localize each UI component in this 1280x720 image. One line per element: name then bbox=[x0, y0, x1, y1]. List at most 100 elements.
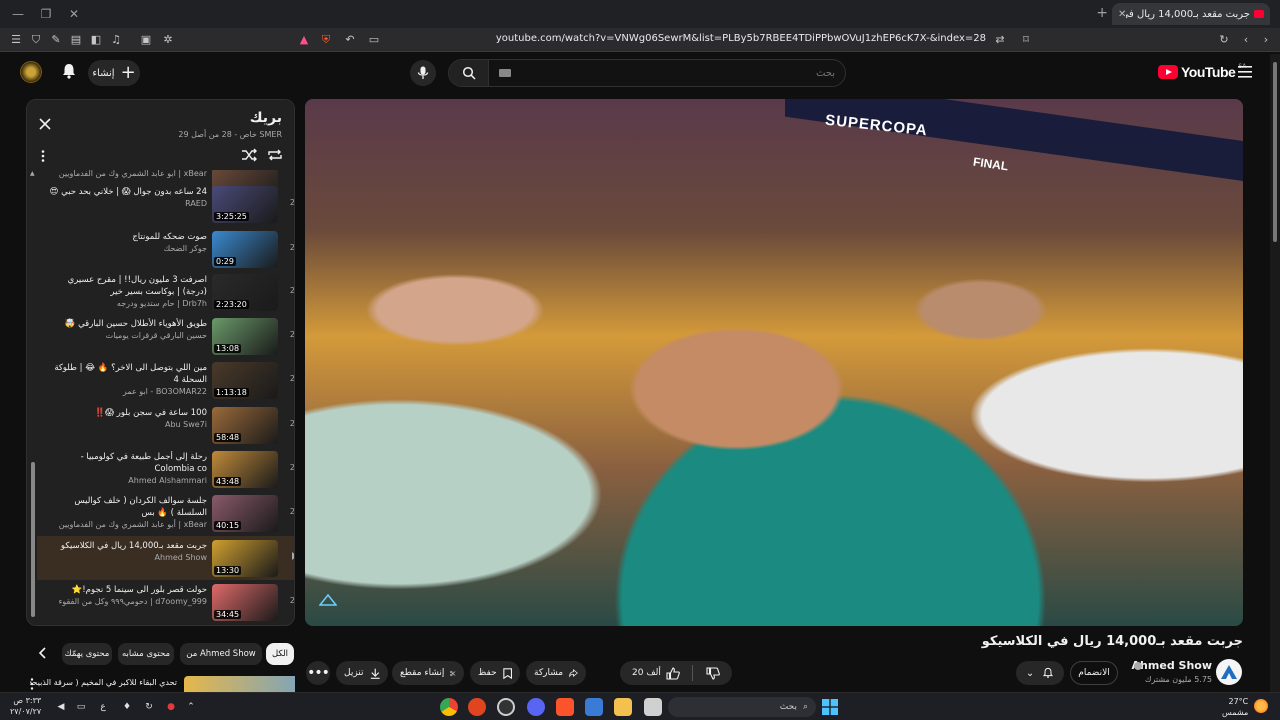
more-vert-icon[interactable] bbox=[41, 150, 45, 162]
firefox-app-icon[interactable] bbox=[468, 698, 486, 716]
volume-icon[interactable]: ◀ bbox=[54, 700, 68, 714]
account-avatar[interactable] bbox=[20, 61, 42, 83]
playlist-item-thumbnail[interactable]: 43:48 bbox=[212, 451, 278, 488]
share-button[interactable]: مشاركة bbox=[526, 661, 586, 685]
playlist-item-thumbnail[interactable]: 40:15 bbox=[212, 495, 278, 532]
subscription-bell-icon bbox=[1043, 667, 1054, 678]
playlist-item-thumbnail[interactable]: 34:45 bbox=[212, 584, 278, 621]
close-tab-icon[interactable]: ✕ bbox=[1118, 9, 1126, 20]
channel-name[interactable]: Ahmed Show bbox=[1132, 659, 1212, 672]
tray-overflow-icon[interactable]: ⌃ bbox=[184, 700, 198, 714]
playlist-item[interactable]: 13:30 جربت مقعد بـ14,000 ريال في الكلاسيك… bbox=[37, 536, 294, 580]
mic-tray-icon[interactable]: ♦ bbox=[120, 700, 134, 714]
chip-for-you[interactable]: محتوى يهمّك bbox=[62, 643, 112, 665]
minimize-icon[interactable]: — bbox=[10, 6, 26, 22]
loop-icon[interactable] bbox=[267, 148, 283, 162]
address-bar[interactable]: youtube.com/watch?v=VNWg06SewrM&list=PLB… bbox=[288, 30, 1048, 50]
search-button[interactable] bbox=[449, 60, 489, 86]
wallet-icon[interactable]: ▣ bbox=[138, 32, 154, 48]
playlist-item[interactable]: 24 1:13:18 مين اللي بتوصل الى الاخر؟ 🔥 😂 |… bbox=[37, 358, 294, 402]
notifications-bell-icon[interactable] bbox=[60, 62, 78, 80]
playlist-scrollbar[interactable]: ▲ bbox=[30, 170, 36, 625]
dislike-button[interactable] bbox=[706, 666, 732, 680]
discord-app-icon[interactable] bbox=[527, 698, 545, 716]
brave-app-icon[interactable] bbox=[556, 698, 574, 716]
video-duration: 0:29 bbox=[214, 257, 236, 266]
guide-menu-icon[interactable] bbox=[1238, 66, 1252, 78]
store-app-icon[interactable] bbox=[585, 698, 603, 716]
record-tray-icon[interactable]: ● bbox=[164, 700, 178, 714]
youtube-logo[interactable]: YouTube SA bbox=[1158, 63, 1246, 80]
chip-related[interactable]: محتوى مشابه bbox=[118, 643, 174, 665]
playlist-item-thumbnail[interactable]: 1:13:18 bbox=[212, 362, 278, 399]
playlist-title[interactable]: بريك bbox=[250, 110, 282, 126]
sync-tray-icon[interactable]: ↻ bbox=[142, 700, 156, 714]
tabs-icon[interactable]: ▤ bbox=[68, 32, 84, 48]
playlist-item-text: 24 ساعه بدون جوال 😱 | خلاني بحد حبي 😍 RAE… bbox=[47, 186, 207, 209]
playlist-item[interactable]: 25 58:48 100 ساعة في سجن بلور 😱‼️ Abu Swe7i bbox=[37, 403, 294, 447]
system-clock[interactable]: ٣:٣٣ ص ٢٧/٠٧/٢٧ bbox=[10, 695, 41, 717]
url-text[interactable]: youtube.com/watch?v=VNWg06SewrM&list=PLB… bbox=[496, 33, 986, 44]
sidebar-icon[interactable]: ◧ bbox=[88, 32, 104, 48]
playlist-item[interactable]: 20 3:25:25 24 ساعه بدون جوال 😱 | خلاني بحد… bbox=[37, 182, 294, 226]
new-tab-icon[interactable]: + bbox=[1096, 5, 1108, 21]
chip-all[interactable]: الكل bbox=[266, 643, 294, 665]
obs-app-icon[interactable] bbox=[497, 698, 515, 716]
back-icon[interactable]: › bbox=[1258, 32, 1274, 48]
join-button[interactable]: الانضمام bbox=[1070, 661, 1118, 685]
playlist-item-thumbnail[interactable]: 13:30 bbox=[212, 540, 278, 577]
playlist-item-thumbnail[interactable]: 58:48 bbox=[212, 407, 278, 444]
playlist-item[interactable]: 21 0:29 صوت ضحكه للمونتاج جوكر الضحك bbox=[37, 227, 294, 271]
playlist-item-thumbnail[interactable]: 2:23:20 bbox=[212, 274, 278, 311]
voice-search-button[interactable] bbox=[410, 60, 436, 86]
playlist-item[interactable]: 23 13:08 طويق الأهوياء الأطلال حسين البارق… bbox=[37, 314, 294, 358]
chevron-left-icon[interactable] bbox=[36, 646, 50, 660]
search-input[interactable] bbox=[495, 64, 835, 82]
maximize-icon[interactable]: ❐ bbox=[38, 6, 54, 22]
music-icon[interactable]: ♫ bbox=[108, 32, 124, 48]
file-explorer-icon[interactable] bbox=[614, 698, 632, 716]
more-vert-icon[interactable] bbox=[30, 678, 34, 690]
subscribed-button[interactable]: ⌄ bbox=[1016, 661, 1064, 685]
playlist-item[interactable]: 27 40:15 جلسة سوالف الكردان ( خلف كواليس ا… bbox=[37, 491, 294, 535]
video-player[interactable]: SUPERCOPA FINAL bbox=[305, 99, 1243, 626]
windows-start-icon[interactable] bbox=[822, 699, 838, 715]
shield-icon[interactable]: ⛉ bbox=[28, 32, 44, 48]
extensions-icon[interactable]: ✲ bbox=[160, 32, 176, 48]
chip-from-channel[interactable]: من Ahmed Show bbox=[180, 643, 262, 665]
shuffle-icon[interactable] bbox=[241, 148, 257, 162]
playlist-item-thumbnail[interactable]: 3:25:25 bbox=[212, 186, 278, 223]
browser-menu-icon[interactable]: ☰ bbox=[8, 32, 24, 48]
weather-widget[interactable]: 27°C مشمس bbox=[1222, 696, 1248, 718]
save-button[interactable]: حفظ bbox=[470, 661, 520, 685]
create-button[interactable]: إنشاء + bbox=[88, 60, 140, 86]
page-scrollbar[interactable] bbox=[1270, 54, 1280, 694]
clip-button[interactable]: إنشاء مقطع bbox=[392, 661, 464, 685]
taskbar-search[interactable]: بحث ⌕ bbox=[668, 697, 816, 717]
playlist-item[interactable]: 29 34:45 حولت قصر بلور الى سينما 5 نجوم!⭐ d… bbox=[37, 580, 294, 624]
brush-icon[interactable]: ✎ bbox=[48, 32, 64, 48]
task-view-icon[interactable] bbox=[644, 698, 662, 716]
more-actions-button[interactable]: ••• bbox=[306, 661, 330, 685]
like-button[interactable]: 20 ألف bbox=[620, 666, 680, 680]
channel-watermark-icon[interactable] bbox=[319, 594, 337, 606]
site-settings-icon[interactable]: ⇄ bbox=[992, 32, 1008, 48]
download-button[interactable]: تنزيل bbox=[336, 661, 388, 685]
forward-icon[interactable]: ‹ bbox=[1238, 32, 1254, 48]
chrome-app-icon[interactable] bbox=[440, 698, 458, 716]
playlist-item-thumbnail[interactable]: 13:08 bbox=[212, 318, 278, 355]
playlist-item[interactable]: 22 2:23:20 اصرفت 3 مليون ريال!! | مقرح عسي… bbox=[37, 270, 294, 314]
channel-avatar[interactable] bbox=[1216, 659, 1242, 685]
active-tab[interactable]: جربت مقعد بـ14,000 ريال في الكلا... ✕ bbox=[1112, 3, 1270, 25]
reload-icon[interactable]: ↻ bbox=[1216, 32, 1232, 48]
bookmark-icon[interactable]: ⌑ bbox=[1018, 32, 1034, 48]
playlist-item[interactable]: 26 43:48 رحلة إلى أجمل طبيعة في كولومبيا -… bbox=[37, 447, 294, 491]
scroll-up-icon[interactable]: ▲ bbox=[30, 170, 35, 177]
video-duration: 43:48 bbox=[214, 477, 242, 486]
close-icon[interactable] bbox=[39, 118, 51, 130]
language-indicator-icon[interactable]: ع bbox=[96, 700, 110, 714]
playlist-item-thumbnail[interactable]: 0:29 bbox=[212, 231, 278, 268]
close-window-icon[interactable]: ✕ bbox=[66, 6, 82, 22]
weather-temp: 27°C bbox=[1228, 697, 1249, 706]
network-icon[interactable]: ▭ bbox=[74, 700, 88, 714]
